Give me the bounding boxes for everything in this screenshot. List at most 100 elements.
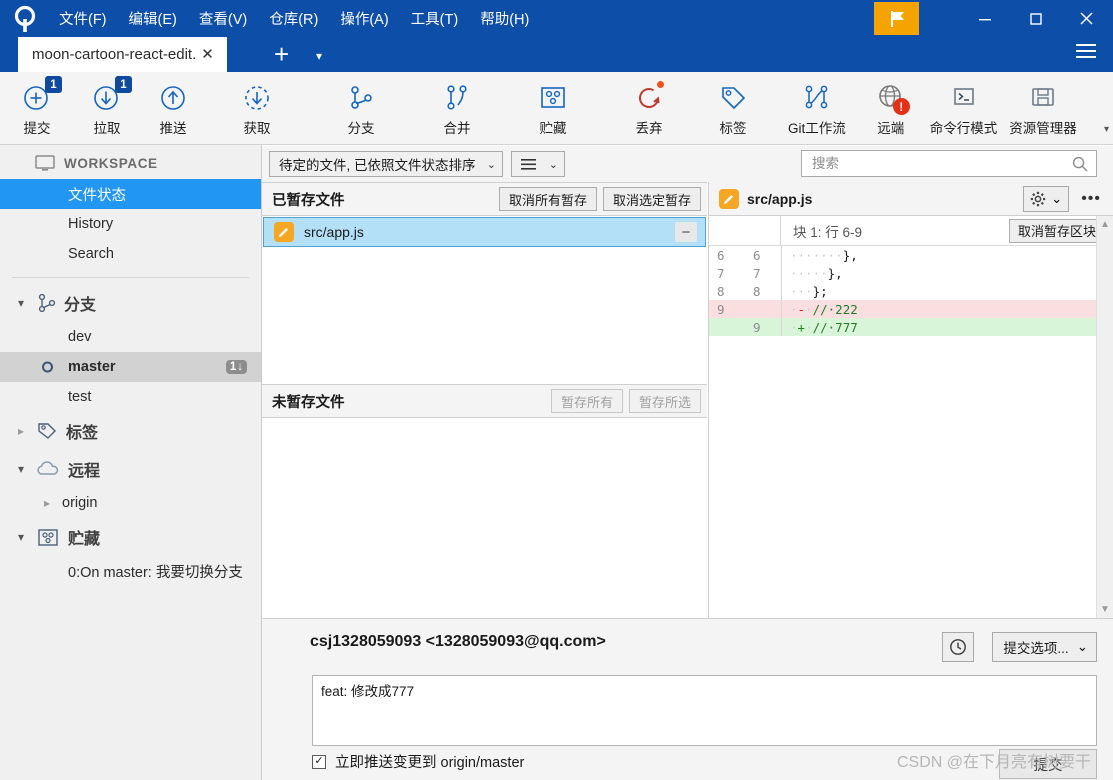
new-tab-button[interactable]: + — [268, 40, 295, 68]
chevron-right-icon[interactable]: ▸ — [14, 424, 28, 438]
sidebar-stash-item[interactable]: 0:On master: 我要切换分支 — [0, 556, 261, 586]
diff-indent-dots: ··· — [790, 283, 813, 299]
close-icon[interactable] — [1063, 2, 1109, 35]
chevron-down-icon[interactable]: ⌄ — [1077, 639, 1088, 655]
menu-item-view[interactable]: 查看(V) — [190, 8, 256, 32]
sidebar-group-tags[interactable]: ▸ 标签 — [0, 412, 261, 450]
chevron-down-icon[interactable]: ▾ — [310, 47, 328, 65]
toolbar-button-discard[interactable]: 丢弃 — [622, 72, 676, 144]
chevron-down-icon[interactable]: ▾ — [14, 462, 28, 476]
sidebar-branch-master[interactable]: master 1 ↓ — [0, 352, 261, 382]
search-box[interactable] — [801, 150, 1097, 177]
chevron-down-icon[interactable]: ⌄ — [549, 158, 558, 171]
gear-icon — [1030, 191, 1046, 207]
toolbar-button-pull[interactable]: 1 拉取 — [80, 72, 134, 144]
branch-badge-count: 1 — [229, 361, 237, 373]
toolbar-button-merge[interactable]: 合并 — [430, 72, 484, 144]
toolbar-button-remote[interactable]: ! 远端 — [864, 72, 918, 144]
toolbar-button-commit[interactable]: 1 提交 — [10, 72, 64, 144]
hamburger-menu-icon[interactable] — [1070, 38, 1102, 64]
flag-icon[interactable] — [874, 2, 919, 35]
push-immediately-checkbox-row[interactable]: ✓ 立即推送变更到 origin/master — [312, 751, 524, 772]
chevron-down-icon[interactable]: ▾ — [1104, 124, 1109, 135]
sidebar-item-file-status[interactable]: 文件状态 — [0, 179, 261, 209]
branch-icon — [345, 80, 377, 114]
toolbar-button-branch[interactable]: 分支 — [334, 72, 388, 144]
toolbar-button-gitflow[interactable]: Git工作流 — [788, 72, 846, 144]
branch-icon — [36, 292, 56, 314]
menu-item-actions[interactable]: 操作(A) — [331, 8, 397, 32]
diff-line[interactable]: 8 8 ···}; — [709, 282, 1113, 300]
maximize-icon[interactable] — [1013, 2, 1059, 35]
gitflow-icon — [800, 80, 834, 114]
unstage-hunk-button[interactable]: 取消暂存区块 — [1008, 218, 1105, 243]
diff-line-added[interactable]: 9 ·+·//·777 — [709, 318, 1113, 336]
scrollbar-thumb[interactable] — [1100, 234, 1111, 600]
chevron-down-icon[interactable]: ▾ — [14, 530, 28, 544]
chevron-down-icon[interactable]: ▾ — [14, 296, 28, 310]
diff-settings-button[interactable]: ⌄ — [1023, 185, 1070, 212]
diff-indent-dots: ····· — [790, 265, 828, 281]
commit-message-history-button[interactable] — [942, 632, 974, 662]
sidebar-group-remotes[interactable]: ▾ 远程 — [0, 450, 261, 488]
commit-message-input[interactable] — [313, 676, 1096, 745]
sidebar-remote-origin[interactable]: ▸ origin — [0, 488, 261, 518]
search-input[interactable] — [812, 156, 1072, 171]
toolbar-button-fetch[interactable]: 获取 — [230, 72, 284, 144]
diff-indent-dots: · — [790, 301, 798, 317]
stage-all-button[interactable]: 暂存所有 — [550, 389, 623, 413]
commit-button[interactable]: 提交 — [999, 749, 1097, 779]
menu-item-edit[interactable]: 编辑(E) — [120, 8, 186, 32]
unstage-all-button[interactable]: 取消所有暂存 — [498, 187, 597, 211]
commit-message-box[interactable] — [312, 675, 1097, 746]
view-mode-dropdown[interactable]: ⌄ — [511, 151, 565, 177]
toolbar-button-tag[interactable]: 标签 — [706, 72, 760, 144]
file-filter-dropdown[interactable]: 待定的文件, 已依照文件状态排序 ⌄ — [269, 151, 503, 177]
toolbar-label-terminal: 命令行模式 — [929, 121, 998, 136]
sidebar-branch-test[interactable]: test — [0, 382, 261, 412]
staged-file-row[interactable]: src/app.js − — [263, 217, 706, 247]
menu-item-tools[interactable]: 工具(T) — [402, 8, 468, 32]
diff-hunk-header: 块 1: 行 6-9 取消暂存区块 — [709, 215, 1113, 246]
push-immediately-checkbox[interactable]: ✓ — [312, 754, 326, 769]
commit-options-label: 提交选项... — [1003, 641, 1069, 656]
sidebar-item-search[interactable]: Search — [0, 239, 261, 269]
stage-selected-button[interactable]: 暂存所选 — [628, 389, 701, 413]
commit-options-button[interactable]: 提交选项... ⌄ — [992, 632, 1097, 662]
close-icon[interactable]: ✕ — [198, 45, 217, 64]
scroll-up-icon[interactable]: ▲ — [1100, 219, 1110, 230]
scroll-down-icon[interactable]: ▼ — [1100, 604, 1110, 615]
diff-line[interactable]: 6 6 ·······}, — [709, 246, 1113, 264]
repo-tab[interactable]: moon-cartoon-react-edit. ✕ — [18, 37, 227, 72]
ellipsis-icon[interactable]: ••• — [1077, 190, 1105, 208]
diff-body: 6 6 ·······}, 7 7 ·····}, 8 8 ···}; 9 ·-… — [709, 246, 1113, 336]
unstaged-files-title: 未暂存文件 — [272, 394, 345, 411]
sidebar-stash-label: 0:On master: 我要切换分支 — [68, 564, 243, 581]
toolbar-button-terminal[interactable]: 命令行模式 — [929, 72, 998, 144]
sidebar-branch-dev[interactable]: dev — [0, 322, 261, 352]
sidebar-divider — [12, 277, 249, 278]
chevron-right-icon[interactable]: ▸ — [40, 496, 54, 510]
sidebar-group-branches[interactable]: ▾ 分支 — [0, 284, 261, 322]
diff-line[interactable]: 7 7 ·····}, — [709, 264, 1113, 282]
chevron-down-icon[interactable]: ⌄ — [487, 158, 496, 171]
diff-vertical-scrollbar[interactable]: ▲ ▼ — [1096, 216, 1113, 618]
menu-item-help[interactable]: 帮助(H) — [471, 8, 538, 32]
discard-refresh-icon — [633, 80, 665, 114]
unstage-selected-button[interactable]: 取消选定暂存 — [602, 187, 701, 211]
sidebar-item-history[interactable]: History — [0, 209, 261, 239]
diff-line-text: ·-·//·222 — [790, 301, 858, 317]
diff-line-removed[interactable]: 9 ·-·//·222 — [709, 300, 1113, 318]
toolbar-button-push[interactable]: 推送 — [146, 72, 200, 144]
sidebar-group-stashes[interactable]: ▾ 贮藏 — [0, 518, 261, 556]
chevron-down-icon[interactable]: ⌄ — [1051, 191, 1062, 207]
search-icon[interactable] — [1072, 156, 1088, 172]
explorer-folder-icon — [1027, 80, 1059, 114]
toolbar-button-stash[interactable]: 贮藏 — [526, 72, 580, 144]
unstage-file-button[interactable]: − — [675, 222, 697, 242]
menu-item-repository[interactable]: 仓库(R) — [260, 8, 327, 32]
minimize-icon[interactable] — [962, 2, 1008, 35]
menu-item-file[interactable]: 文件(F) — [50, 8, 116, 32]
toolbar-button-explorer[interactable]: 资源管理器 — [1009, 72, 1077, 144]
staged-file-name: src/app.js — [304, 224, 364, 240]
